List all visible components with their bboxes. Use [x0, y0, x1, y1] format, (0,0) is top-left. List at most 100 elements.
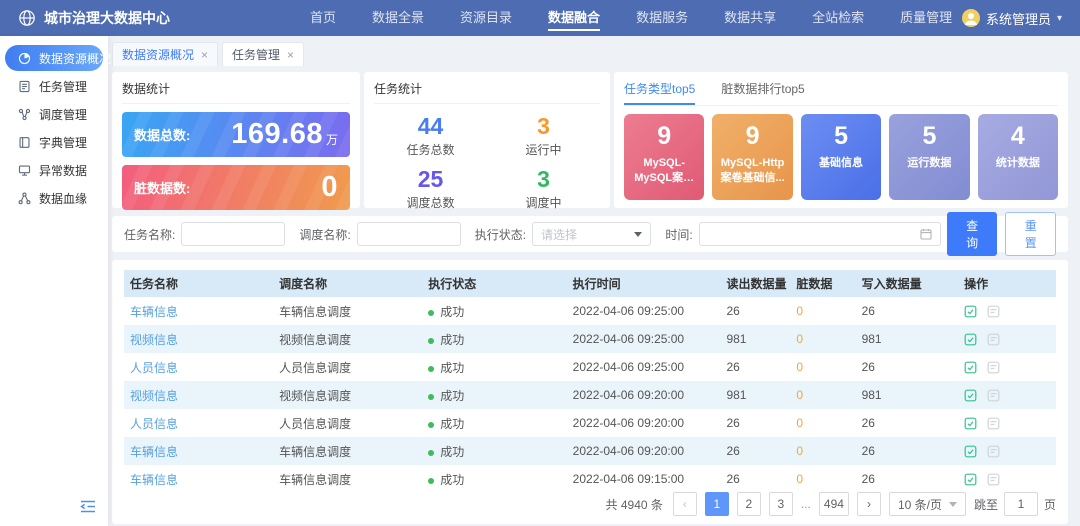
table-row: 视频信息 视频信息调度 成功 2022-04-06 09:20:00 981 0…	[124, 381, 1056, 409]
close-icon[interactable]: ×	[201, 48, 208, 62]
write-cell: 981	[856, 381, 959, 409]
dirty-data-value: 0	[321, 171, 338, 204]
status-text: 成功	[440, 389, 464, 403]
sidebar-item-data-resource-overview[interactable]: 数据资源概况	[5, 45, 103, 71]
sidebar-item-label: 字典管理	[39, 134, 87, 151]
tab-data-resource-overview[interactable]: 数据资源概况 ×	[112, 42, 218, 66]
chevron-down-icon: ▾	[1057, 13, 1062, 24]
task-name-input[interactable]	[181, 222, 285, 246]
schedule-icon	[18, 108, 31, 121]
history-icon[interactable]	[987, 389, 1000, 402]
nav-item-resource-catalog[interactable]: 资源目录	[460, 0, 512, 36]
nav-item-data-sharing[interactable]: 数据共享	[724, 0, 776, 36]
card-title: 任务统计	[374, 80, 600, 104]
task-list-icon	[18, 80, 31, 93]
task-link[interactable]: 车辆信息	[130, 445, 178, 459]
time-cell: 2022-04-06 09:20:00	[567, 381, 721, 409]
avatar	[962, 9, 980, 27]
nav-item-site-search[interactable]: 全站检索	[812, 0, 864, 36]
dictionary-icon	[18, 136, 31, 149]
history-icon[interactable]	[987, 473, 1000, 486]
tab-label: 任务管理	[232, 46, 280, 63]
top5-card: 任务类型top5 脏数据排行top5 9 MySQL-MySQL案卷基础... …	[614, 72, 1068, 208]
status-label: 执行状态:	[475, 226, 526, 243]
history-icon[interactable]	[987, 333, 1000, 346]
jump-page-input[interactable]	[1004, 492, 1038, 516]
nav-item-data-fusion[interactable]: 数据融合	[548, 0, 600, 36]
filter-bar: 任务名称: 调度名称: 执行状态: 请选择 时间: 查询 重置	[112, 216, 1068, 252]
log-file-icon[interactable]	[964, 305, 977, 318]
log-file-icon[interactable]	[964, 417, 977, 430]
log-file-icon[interactable]	[964, 333, 977, 346]
jump-unit: 页	[1044, 496, 1056, 513]
total-data-unit: 万	[326, 131, 338, 148]
write-cell: 26	[856, 465, 959, 488]
status-select[interactable]: 请选择	[532, 222, 651, 246]
search-button[interactable]: 查询	[947, 212, 998, 256]
next-page-icon[interactable]: ›	[857, 492, 881, 516]
status-dot	[428, 478, 434, 484]
task-link[interactable]: 车辆信息	[130, 305, 178, 319]
close-icon[interactable]: ×	[287, 48, 294, 62]
schedule-name-input[interactable]	[357, 222, 461, 246]
log-file-icon[interactable]	[964, 473, 977, 486]
sidebar-item-abnormal-data[interactable]: 异常数据	[5, 157, 103, 183]
page-number[interactable]: 1	[705, 492, 729, 516]
log-file-icon[interactable]	[964, 445, 977, 458]
collapse-sidebar-icon[interactable]	[80, 500, 96, 518]
history-icon[interactable]	[987, 445, 1000, 458]
tab-task-type-top5[interactable]: 任务类型top5	[624, 80, 695, 105]
log-file-icon[interactable]	[964, 361, 977, 374]
table-row: 人员信息 人员信息调度 成功 2022-04-06 09:20:00 26 0 …	[124, 409, 1056, 437]
monitor-icon	[18, 164, 31, 177]
task-link[interactable]: 视频信息	[130, 389, 178, 403]
total-data-value: 169.68	[231, 118, 323, 151]
sidebar-item-label: 调度管理	[39, 106, 87, 123]
nav-item-data-panorama[interactable]: 数据全景	[372, 0, 424, 36]
tab-dirty-data-top5[interactable]: 脏数据排行top5	[721, 80, 804, 105]
time-cell: 2022-04-06 09:20:00	[567, 409, 721, 437]
task-link[interactable]: 人员信息	[130, 361, 178, 375]
prev-page-icon[interactable]: ‹	[673, 492, 697, 516]
history-icon[interactable]	[987, 417, 1000, 430]
user-menu[interactable]: 系统管理员 ▾	[962, 9, 1062, 28]
nav-item-quality-management[interactable]: 质量管理	[900, 0, 952, 36]
time-cell: 2022-04-06 09:15:00	[567, 465, 721, 488]
page-tabbar: 数据资源概况 × 任务管理 ×	[112, 42, 1068, 66]
reset-button[interactable]: 重置	[1005, 212, 1056, 256]
task-link[interactable]: 视频信息	[130, 333, 178, 347]
tab-task-management[interactable]: 任务管理 ×	[222, 42, 304, 66]
page-number[interactable]: 3	[769, 492, 793, 516]
time-range-input[interactable]	[699, 222, 941, 246]
status-dot	[428, 366, 434, 372]
write-cell: 26	[856, 297, 959, 325]
stat-label: 任务总数	[374, 141, 487, 158]
history-icon[interactable]	[987, 305, 1000, 318]
sidebar-item-schedule-management[interactable]: 调度管理	[5, 101, 103, 127]
task-link[interactable]: 人员信息	[130, 417, 178, 431]
read-cell: 26	[720, 297, 790, 325]
task-table-card: 任务名称 调度名称 执行状态 执行时间 读出数据量 脏数据 写入数据量 操作 车	[112, 260, 1068, 524]
status-dot	[428, 310, 434, 316]
nav-item-home[interactable]: 首页	[310, 0, 336, 36]
page-size-select[interactable]: 10 条/页	[889, 492, 966, 516]
time-cell: 2022-04-06 09:25:00	[567, 353, 721, 381]
sidebar-item-data-lineage[interactable]: 数据血缘	[5, 185, 103, 211]
sidebar-item-dictionary-management[interactable]: 字典管理	[5, 129, 103, 155]
page-number[interactable]: 494	[819, 492, 849, 516]
table-header-row: 任务名称 调度名称 执行状态 执行时间 读出数据量 脏数据 写入数据量 操作	[124, 270, 1056, 297]
time-cell: 2022-04-06 09:25:00	[567, 297, 721, 325]
task-link[interactable]: 车辆信息	[130, 473, 178, 487]
log-file-icon[interactable]	[964, 389, 977, 402]
page-ellipsis: ...	[801, 497, 811, 511]
dirty-data-banner: 脏数据数: 0	[122, 165, 350, 210]
tile-label: 运行数据	[894, 156, 964, 171]
page-number[interactable]: 2	[737, 492, 761, 516]
write-cell: 26	[856, 437, 959, 465]
table-row: 车辆信息 车辆信息调度 成功 2022-04-06 09:25:00 26 0 …	[124, 297, 1056, 325]
tile-value: 4	[983, 122, 1053, 151]
history-icon[interactable]	[987, 361, 1000, 374]
sidebar-item-task-management[interactable]: 任务管理	[5, 73, 103, 99]
data-stats-card: 数据统计 数据总数: 169.68 万 脏数据数: 0	[112, 72, 360, 208]
nav-item-data-service[interactable]: 数据服务	[636, 0, 688, 36]
